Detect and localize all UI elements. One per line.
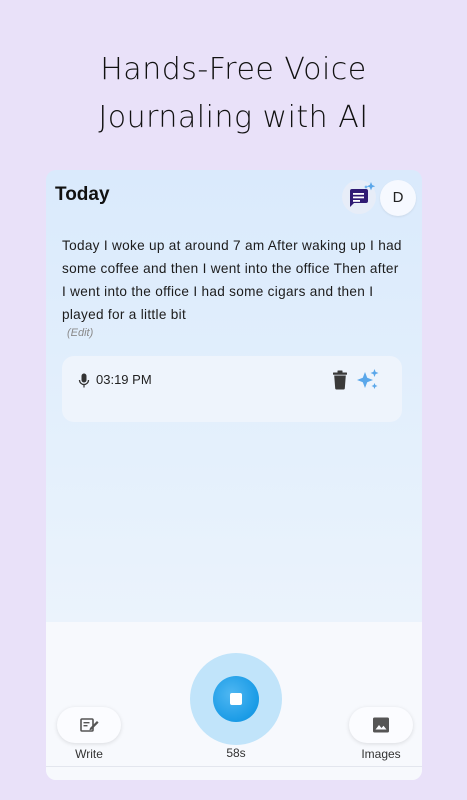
images-button[interactable] <box>349 707 413 743</box>
record-button[interactable] <box>190 653 282 745</box>
ai-chat-button[interactable] <box>342 180 376 214</box>
headline-line-2: Journaling with AI <box>98 100 369 135</box>
page-title: Today <box>55 184 110 205</box>
journal-entry-text: Today I woke up at around 7 am After wak… <box>62 238 402 322</box>
write-label: Write <box>75 747 103 761</box>
edit-link[interactable]: (Edit) <box>67 327 93 339</box>
write-button[interactable] <box>57 707 121 743</box>
mic-icon <box>78 373 90 388</box>
edit-note-icon <box>80 718 99 732</box>
image-icon <box>373 717 389 733</box>
top-bar: Today D <box>46 170 422 222</box>
sparkle-icon[interactable] <box>356 368 380 392</box>
promo-headline: Hands-Free Voice Journaling with AI <box>0 46 467 142</box>
chat-sparkle-icon <box>350 182 376 207</box>
images-label: Images <box>361 747 401 761</box>
recording-timer: 58s <box>226 746 246 760</box>
bottom-divider <box>46 766 422 767</box>
recording-card: 03:19 PM <box>62 356 402 422</box>
recording-time: 03:19 PM <box>96 372 152 387</box>
record-button-core <box>213 676 259 722</box>
headline-line-1: Hands-Free Voice <box>100 52 367 87</box>
avatar[interactable]: D <box>380 180 416 216</box>
stop-icon <box>230 693 242 705</box>
trash-icon[interactable] <box>331 370 349 390</box>
app-screen: Today D Today I woke up at around 7 am A… <box>46 170 422 780</box>
